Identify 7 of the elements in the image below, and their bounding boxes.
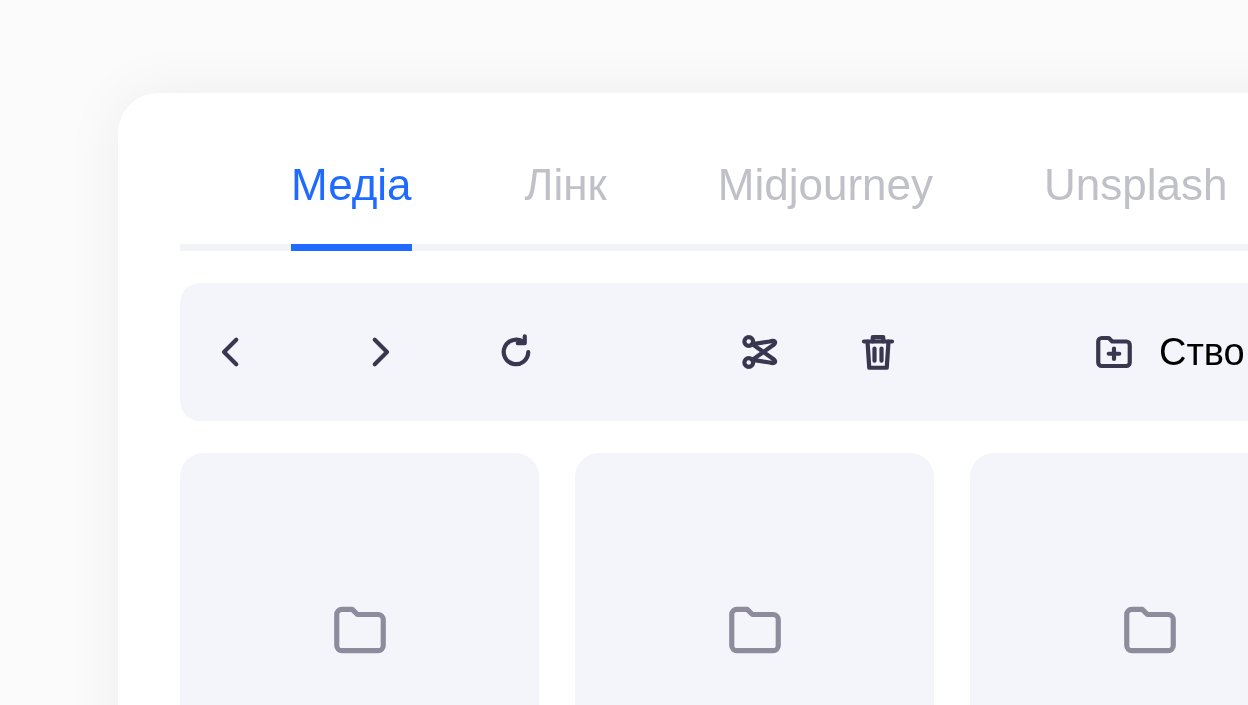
tab[interactable]: Лінк [524,163,607,251]
tab[interactable]: Медіа [291,163,412,251]
tab[interactable]: Unsplash [1044,163,1228,251]
tab[interactable]: Midjourney [717,163,933,251]
folder-tile[interactable] [180,453,539,705]
folder-tile[interactable] [575,453,934,705]
new-folder-button[interactable]: Ство [1093,328,1245,376]
